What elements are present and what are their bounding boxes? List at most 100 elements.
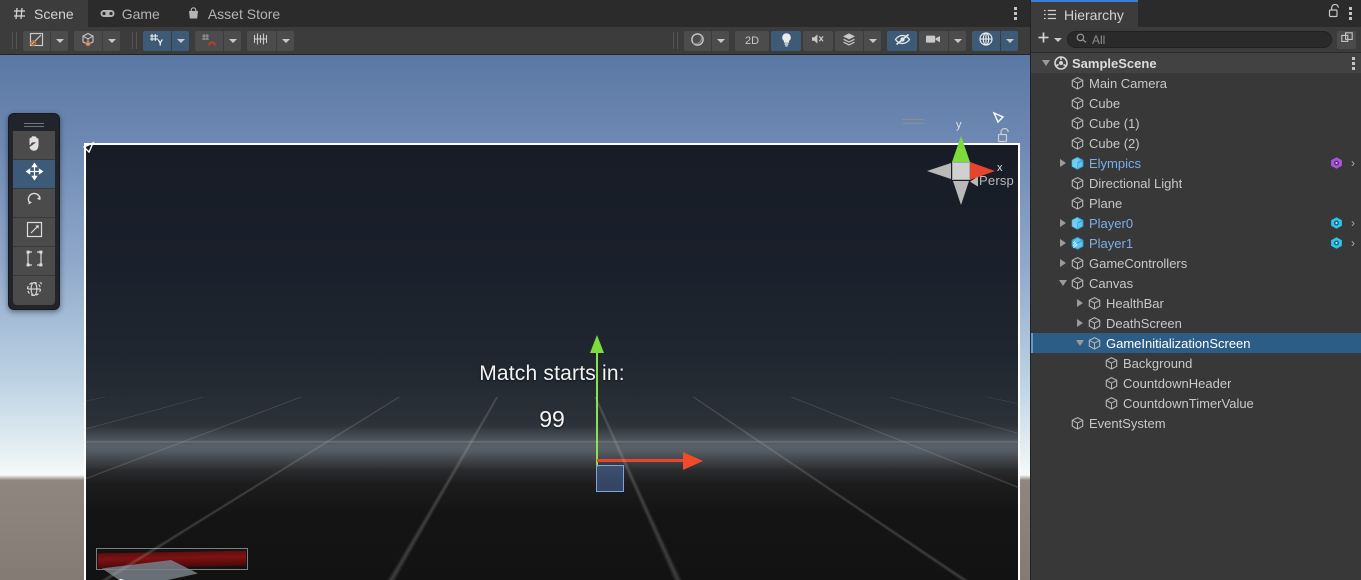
scene-camera-caret[interactable]: [949, 30, 966, 51]
prefab-badge-icon[interactable]: [1329, 236, 1344, 251]
hierarchy-item-cube-1[interactable]: Cube (1): [1031, 113, 1361, 133]
grid-magnet-caret[interactable]: [224, 30, 241, 51]
gameobject-icon: [1069, 76, 1086, 91]
hand-tool[interactable]: [13, 131, 55, 160]
open-prefab-chevron-icon[interactable]: ›: [1351, 217, 1355, 229]
twisty-right[interactable]: [1056, 259, 1069, 267]
scale-tool[interactable]: [13, 218, 55, 247]
gizmo-y-axis[interactable]: [596, 349, 598, 467]
rect-tool[interactable]: [13, 247, 55, 276]
open-prefab-chevron-icon[interactable]: ›: [1351, 157, 1355, 169]
tab-asset-store[interactable]: Asset Store: [174, 0, 294, 27]
twisty-right[interactable]: [1056, 219, 1069, 227]
camera-projection-label[interactable]: ◀Persp: [969, 173, 1014, 189]
twisty-right[interactable]: [1073, 319, 1086, 327]
add-gameobject-button[interactable]: [1036, 30, 1062, 50]
tab-hierarchy[interactable]: Hierarchy: [1031, 0, 1138, 27]
hierarchy-item-gamecontrollers[interactable]: GameControllers: [1031, 253, 1361, 273]
scene-camera-dropdown[interactable]: [919, 30, 948, 51]
prefab-badge-icon[interactable]: [1329, 156, 1344, 171]
tool-palette[interactable]: [8, 113, 60, 310]
scene-viewport[interactable]: Match starts in: 99 y x ◀Persp: [0, 55, 1030, 580]
hierarchy-item-countdowntimervalue[interactable]: CountdownTimerValue: [1031, 393, 1361, 413]
twisty-right[interactable]: [1056, 239, 1069, 247]
hierarchy-item-background[interactable]: Background: [1031, 353, 1361, 373]
hierarchy-tree[interactable]: SampleScene Main Camera Cube Cube (1) Cube (…: [1031, 53, 1361, 580]
gizmo-axis-negx-cone-icon[interactable]: [927, 163, 951, 179]
draw-mode-caret[interactable]: [712, 30, 729, 51]
handle-space-toggle[interactable]: [74, 30, 102, 51]
gizmo-center-cube[interactable]: [952, 162, 970, 180]
move-tool[interactable]: [13, 160, 55, 189]
scene-context-menu-button[interactable]: [1352, 56, 1355, 70]
hierarchy-menu-button[interactable]: [1349, 7, 1352, 20]
tab-game[interactable]: Game: [88, 0, 174, 27]
hierarchy-lock-button[interactable]: [1328, 3, 1340, 23]
prefab-badge-icon[interactable]: [1329, 216, 1344, 231]
hierarchy-item-deathscreen[interactable]: DeathScreen: [1031, 313, 1361, 333]
tab-scene[interactable]: Scene: [0, 0, 88, 27]
hierarchy-item-gameinitializationscreen[interactable]: GameInitializationScreen: [1031, 333, 1361, 353]
gizmo-axis-negy-cone-icon[interactable]: [953, 181, 969, 205]
grid-snapping-caret[interactable]: [172, 30, 189, 51]
snap-increment-caret[interactable]: [277, 30, 294, 51]
hierarchy-item-label: Elympics: [1089, 155, 1142, 171]
hierarchy-item-cube[interactable]: Cube: [1031, 93, 1361, 113]
grid-snapping-toggle[interactable]: Y: [143, 30, 171, 51]
rotate-tool[interactable]: [13, 189, 55, 218]
twisty-down[interactable]: [1073, 340, 1086, 346]
transform-tool[interactable]: [13, 276, 55, 305]
hierarchy-item-countdownheader[interactable]: CountdownHeader: [1031, 373, 1361, 393]
gizmo-plane-handle[interactable]: [596, 465, 624, 492]
hierarchy-item-eventsystem[interactable]: EventSystem: [1031, 413, 1361, 433]
pivot-toggle[interactable]: [23, 30, 50, 51]
pivot-toggle-caret[interactable]: [51, 30, 68, 51]
unity-scene-icon: [1052, 56, 1069, 70]
hierarchy-item-label: GameInitializationScreen: [1106, 335, 1251, 351]
2d-toggle[interactable]: 2D: [735, 30, 769, 51]
draw-mode-dropdown[interactable]: [684, 30, 711, 51]
hierarchy-item-canvas[interactable]: Canvas: [1031, 273, 1361, 293]
grid-snap-y-icon: Y: [149, 32, 165, 50]
gizmo-y-arrowhead-icon[interactable]: [590, 335, 604, 353]
twisty-right[interactable]: [1073, 299, 1086, 307]
hierarchy-item-samplescene[interactable]: SampleScene: [1031, 53, 1361, 73]
gizmos-dropdown[interactable]: [972, 30, 1000, 51]
gizmos-caret[interactable]: [1001, 30, 1018, 51]
gizmo-axis-y-cone-icon[interactable]: [952, 136, 970, 162]
prefab-variant-icon: [1069, 236, 1086, 251]
hierarchy-item-cube-2[interactable]: Cube (2): [1031, 133, 1361, 153]
twisty-right[interactable]: [1056, 159, 1069, 167]
hidden-objects-toggle[interactable]: [887, 30, 917, 51]
plus-icon: [1036, 30, 1051, 50]
chevron-left-icon: ◀: [969, 173, 979, 188]
gizmo-x-arrowhead-icon[interactable]: [683, 452, 703, 470]
hierarchy-item-plane[interactable]: Plane: [1031, 193, 1361, 213]
tab-hierarchy-label: Hierarchy: [1064, 6, 1124, 23]
twisty-down[interactable]: [1039, 60, 1052, 66]
hierarchy-item-main-camera[interactable]: Main Camera: [1031, 73, 1361, 93]
handle-space-caret[interactable]: [103, 30, 120, 51]
grid-magnet-toggle[interactable]: [195, 30, 223, 51]
snap-increment-icon: [253, 32, 270, 49]
effects-caret[interactable]: [864, 30, 881, 51]
scene-lighting-toggle[interactable]: [771, 30, 801, 51]
hierarchy-item-player1[interactable]: Player1 ›: [1031, 233, 1361, 253]
gizmo-x-axis[interactable]: [597, 459, 685, 462]
twisty-down[interactable]: [1056, 280, 1069, 286]
hierarchy-item-healthbar[interactable]: HealthBar: [1031, 293, 1361, 313]
scene-orientation-gizmo[interactable]: y x: [914, 110, 1010, 214]
scene-panel-menu-button[interactable]: [1009, 0, 1022, 27]
audio-toggle[interactable]: [803, 30, 833, 51]
snap-increment-button[interactable]: [247, 30, 276, 51]
search-expand-button[interactable]: [1337, 30, 1356, 49]
open-prefab-chevron-icon[interactable]: ›: [1351, 237, 1355, 249]
hierarchy-item-directional-light[interactable]: Directional Light: [1031, 173, 1361, 193]
gizmo-lock-button[interactable]: [997, 127, 1010, 148]
tool-palette-grip[interactable]: [13, 118, 55, 131]
hierarchy-item-elympics[interactable]: Elympics ›: [1031, 153, 1361, 173]
prefab-blue-icon: [1069, 216, 1086, 231]
hierarchy-item-player0[interactable]: Player0 ›: [1031, 213, 1361, 233]
effects-dropdown[interactable]: [835, 30, 863, 51]
search-input[interactable]: All: [1067, 31, 1332, 48]
